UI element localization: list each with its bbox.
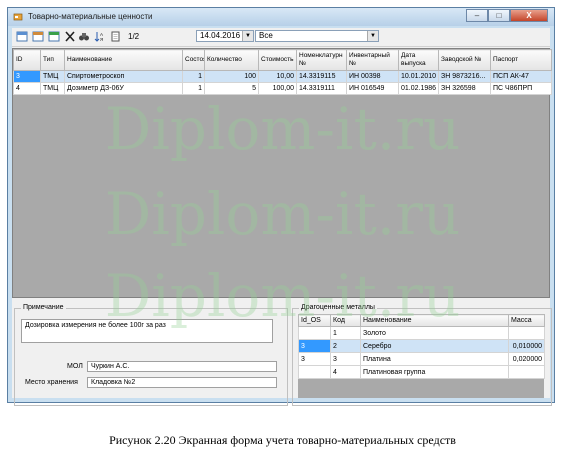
delete-icon[interactable] <box>64 31 76 42</box>
save-icon[interactable] <box>48 31 60 42</box>
cell-mass[interactable] <box>508 326 545 340</box>
cell-mass[interactable]: 0,010000 <box>508 339 545 353</box>
cell-id-os[interactable] <box>298 365 331 379</box>
col-header[interactable]: Код <box>330 314 361 327</box>
cell-mass[interactable]: 0,020000 <box>508 352 545 366</box>
cell-id[interactable]: 3 <box>13 70 41 83</box>
col-header[interactable]: Паспорт <box>490 49 552 71</box>
cell-code[interactable]: 1 <box>330 326 361 340</box>
col-header[interactable]: Стоимость <box>258 49 297 71</box>
mol-label: МОЛ <box>67 363 83 370</box>
cell-cost[interactable]: 100,00 <box>258 82 297 95</box>
table-row[interactable]: 3 3 Платина 0,020000 <box>298 352 545 366</box>
minimize-button[interactable]: – <box>466 9 488 22</box>
metals-label: Драгоценные металлы <box>299 304 377 311</box>
cell-metal-name[interactable]: Платиновая группа <box>360 365 509 379</box>
details-panel: Примечание Дозировка измерения не более … <box>12 302 552 406</box>
table-row[interactable]: 4 Платиновая группа <box>298 365 545 379</box>
table-row[interactable]: 3 ТМЦ Спиртометроскоп 1 100 10,00 14.331… <box>13 70 552 83</box>
col-header[interactable]: Наименование <box>360 314 509 327</box>
cell-name[interactable]: Спиртометроскоп <box>64 70 183 83</box>
app-icon <box>13 13 23 21</box>
chevron-down-icon[interactable]: ▼ <box>242 31 253 41</box>
maximize-button[interactable]: □ <box>488 9 510 22</box>
cell-quantity[interactable]: 5 <box>204 82 259 95</box>
cell-name[interactable]: Дозиметр ДЗ-06У <box>64 82 183 95</box>
metals-table: Id_OS Код Наименование Масса 1 Золото 3 … <box>298 314 545 379</box>
items-table: ID Тип Наименование Состоя Количество Ст… <box>13 49 552 95</box>
cell-metal-name[interactable]: Платина <box>360 352 509 366</box>
col-header[interactable]: Масса <box>508 314 545 327</box>
cell-nomenclature[interactable]: 14.3319115 <box>296 70 347 83</box>
cell-factory-number[interactable]: ЗН 326598 <box>438 82 491 95</box>
cell-factory-number[interactable]: ЗН 9873216... <box>438 70 491 83</box>
page-indicator: 1/2 <box>128 32 140 41</box>
cell-quantity[interactable]: 100 <box>204 70 259 83</box>
form-client-area: AЯ 1/2 14.04.2016 ▼ Все ▼ ID Тип Наимено… <box>12 28 552 406</box>
notes-label: Примечание <box>21 304 66 311</box>
mol-field[interactable]: Чуркин А.С. <box>87 361 277 372</box>
cell-code[interactable]: 4 <box>330 365 361 379</box>
items-grid[interactable]: ID Тип Наименование Состоя Количество Ст… <box>12 48 552 298</box>
close-button[interactable]: X <box>510 9 548 22</box>
col-header[interactable]: Состоя <box>182 49 205 71</box>
cell-state[interactable]: 1 <box>182 70 205 83</box>
cell-nomenclature[interactable]: 14.3319111 <box>296 82 347 95</box>
col-header[interactable]: ID <box>13 49 41 71</box>
app-window: Товарно-материальные ценности – □ X A Я … <box>7 7 555 406</box>
col-header[interactable]: Инвентарный № <box>346 49 399 71</box>
cell-type[interactable]: ТМЦ <box>40 70 65 83</box>
storage-label: Место хранения <box>25 379 78 386</box>
col-header[interactable]: Номенклатурн № <box>296 49 347 71</box>
col-header[interactable]: Тип <box>40 49 65 71</box>
col-header[interactable]: Количество <box>204 49 259 71</box>
cell-code[interactable]: 2 <box>330 339 361 353</box>
col-header[interactable]: Наименование <box>64 49 183 71</box>
cell-passport[interactable]: ПС Ч86ПРП <box>490 82 552 95</box>
notes-field[interactable]: Дозировка измерения не более 100г за раз <box>21 319 273 343</box>
cell-passport[interactable]: ПСП АК-47 <box>490 70 552 83</box>
date-picker[interactable]: 14.04.2016 ▼ <box>196 30 254 42</box>
cell-id[interactable]: 4 <box>13 82 41 95</box>
cell-cost[interactable]: 10,00 <box>258 70 297 83</box>
title-bar[interactable]: Товарно-материальные ценности – □ X <box>8 8 554 26</box>
cell-id-os[interactable]: 3 <box>298 339 331 353</box>
cell-state[interactable]: 1 <box>182 82 205 95</box>
metals-header-row: Id_OS Код Наименование Масса <box>298 314 545 327</box>
cell-code[interactable]: 3 <box>330 352 361 366</box>
table-row[interactable]: 4 ТМЦ Дозиметр ДЗ-06У 1 5 100,00 14.3319… <box>13 82 552 95</box>
toolbar: AЯ 1/2 14.04.2016 ▼ Все ▼ <box>12 28 550 47</box>
edit-icon[interactable] <box>32 31 44 42</box>
grid-header-row: ID Тип Наименование Состоя Количество Ст… <box>13 49 552 71</box>
binoculars-icon[interactable] <box>78 31 90 42</box>
cell-id-os[interactable]: 3 <box>298 352 331 366</box>
cell-metal-name[interactable]: Золото <box>360 326 509 340</box>
cell-inventory[interactable]: ИН 016549 <box>346 82 399 95</box>
col-header[interactable]: Id_OS <box>298 314 331 327</box>
filter-select[interactable]: Все ▼ <box>255 30 379 42</box>
sort-icon[interactable]: AЯ <box>94 31 106 42</box>
cell-inventory[interactable]: ИН 00398 <box>346 70 399 83</box>
col-header[interactable]: Заводской № <box>438 49 491 71</box>
cell-type[interactable]: ТМЦ <box>40 82 65 95</box>
copy-icon[interactable] <box>110 31 122 42</box>
window-title: Товарно-материальные ценности <box>28 12 153 21</box>
add-icon[interactable] <box>16 31 28 42</box>
figure-caption: Рисунок 2.20 Экранная форма учета товарн… <box>109 433 456 447</box>
storage-field[interactable]: Кладовка №2 <box>87 377 277 388</box>
cell-mass[interactable] <box>508 365 545 379</box>
date-value: 14.04.2016 <box>200 31 241 40</box>
svg-text:Я: Я <box>100 37 103 42</box>
table-row[interactable]: 1 Золото <box>298 326 545 340</box>
cell-id-os[interactable] <box>298 326 331 340</box>
table-row[interactable]: 3 2 Серебро 0,010000 <box>298 339 545 353</box>
chevron-down-icon[interactable]: ▼ <box>367 31 378 41</box>
filter-value: Все <box>259 31 273 40</box>
cell-release-date[interactable]: 01.02.1986 <box>398 82 439 95</box>
notes-group: Примечание Дозировка измерения не более … <box>14 304 288 406</box>
cell-release-date[interactable]: 10.01.2010 <box>398 70 439 83</box>
cell-metal-name[interactable]: Серебро <box>360 339 509 353</box>
col-header[interactable]: Дата выпуска <box>398 49 439 71</box>
